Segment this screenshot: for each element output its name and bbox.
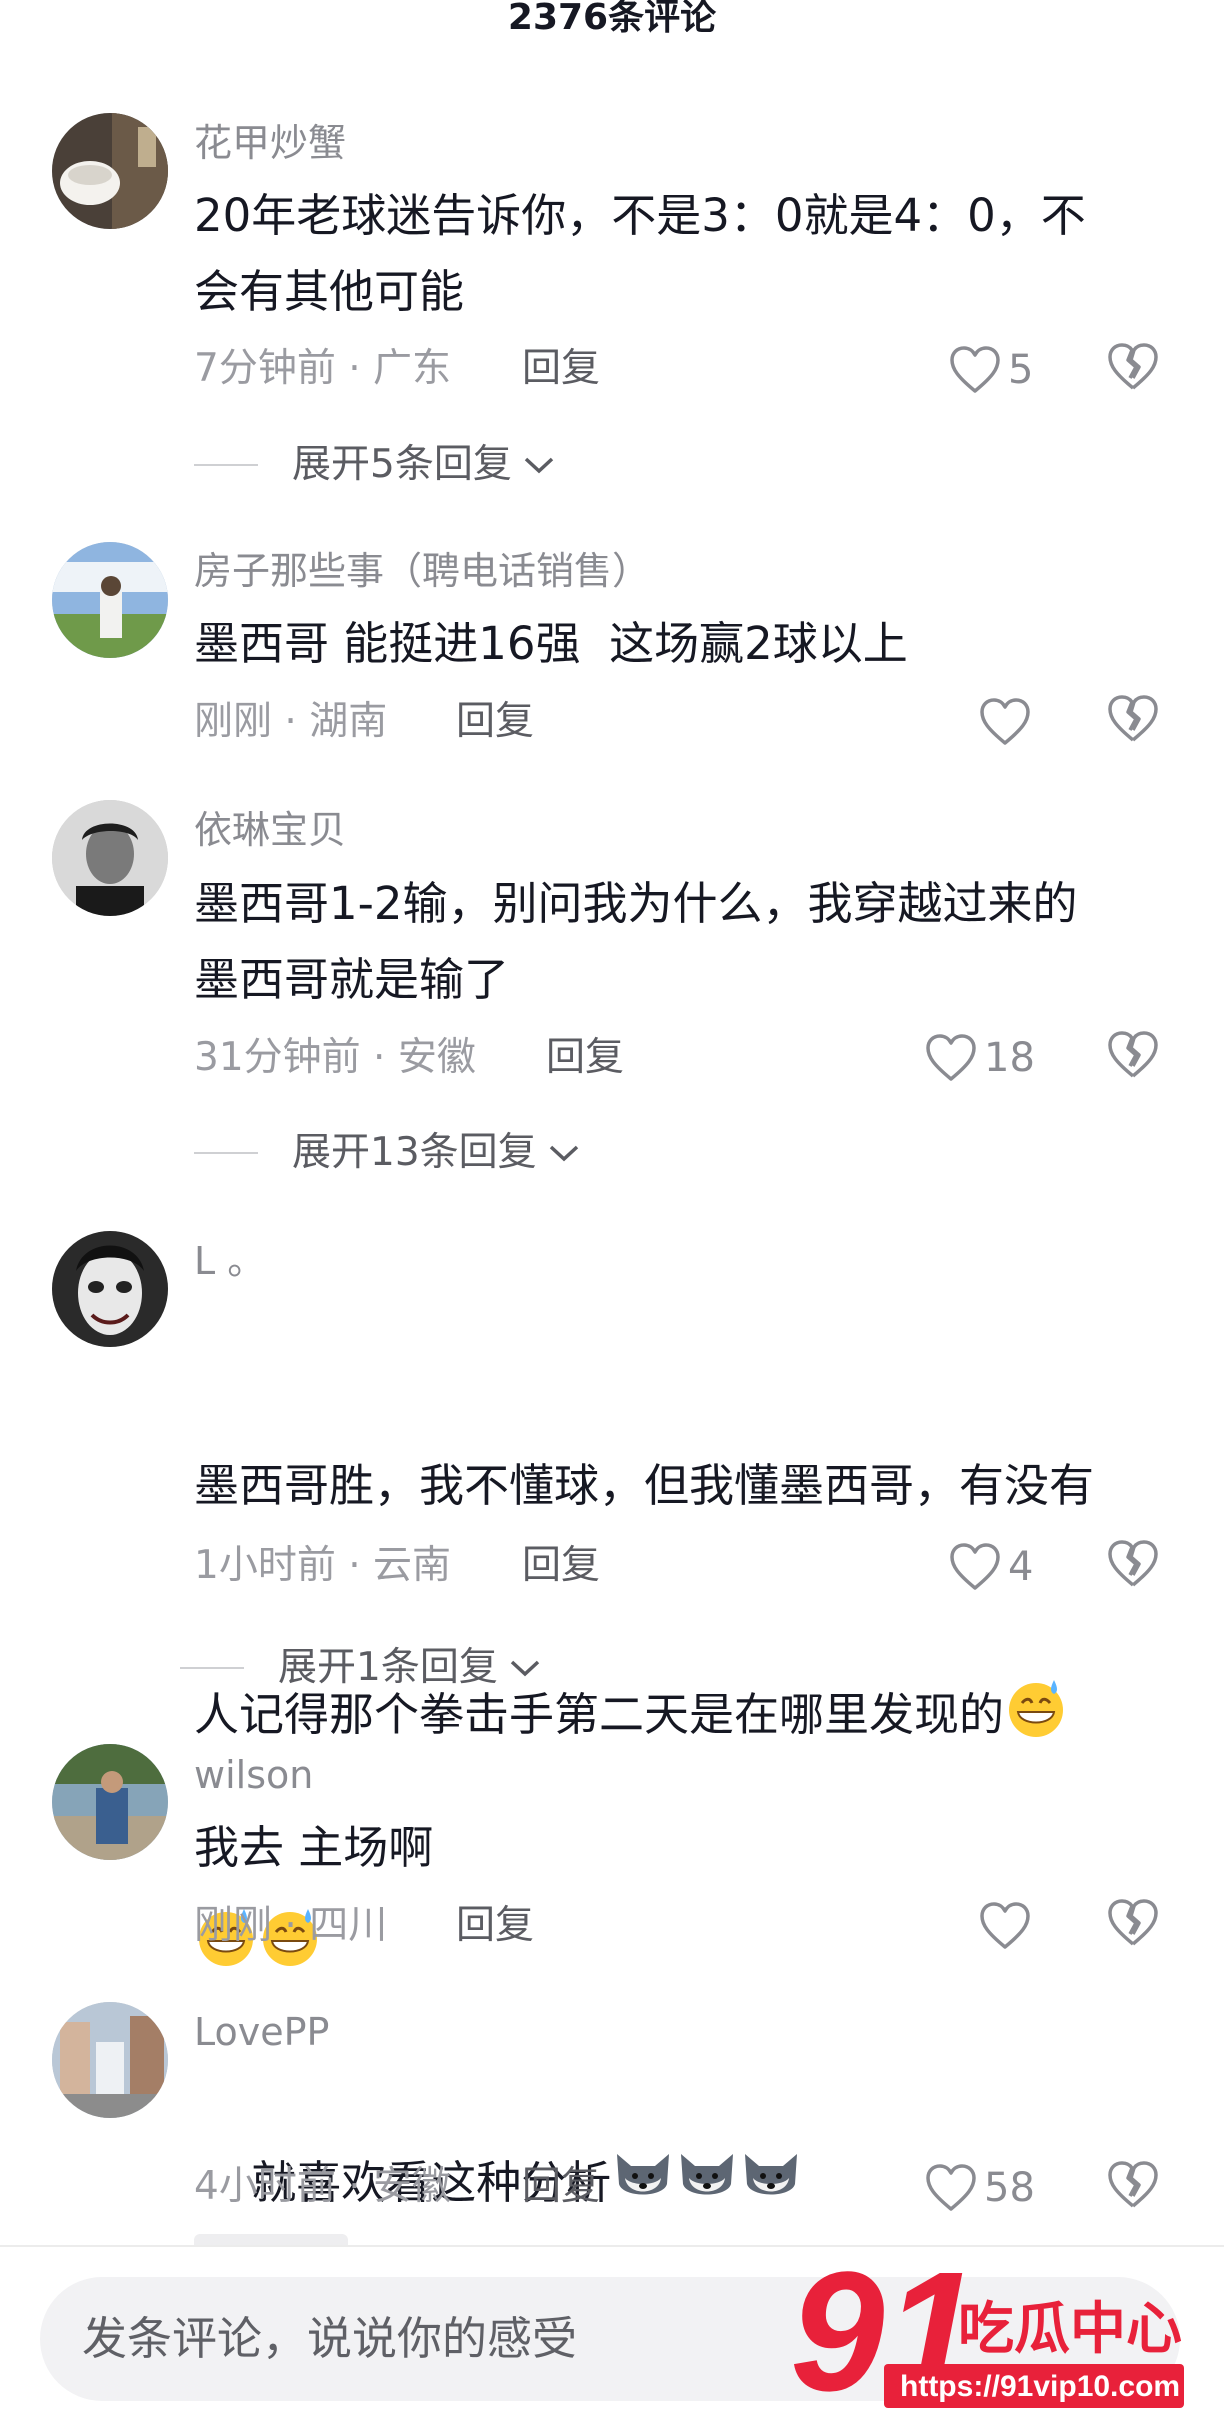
heart-outline-icon bbox=[980, 698, 1030, 745]
broken-heart-icon[interactable] bbox=[1106, 1028, 1160, 1082]
comment-text: 墨西哥 能挺进16强 这场赢2球以上 bbox=[194, 617, 908, 670]
like-button[interactable]: 58 bbox=[924, 2158, 1035, 2218]
heart-outline-icon bbox=[950, 346, 1000, 393]
expand-replies-label: 展开13条回复 bbox=[292, 1130, 537, 1175]
comment-text-segment: 人记得那个拳击手第二天是在哪里发现的 bbox=[194, 1688, 1005, 1741]
expand-replies-label: 展开1条回复 bbox=[278, 1645, 498, 1690]
comment-text: 我去 主场啊 bbox=[194, 1821, 434, 1874]
comment-username[interactable]: 依琳宝贝 bbox=[194, 806, 346, 854]
like-button[interactable] bbox=[978, 692, 1038, 752]
grinning-sweat-emoji bbox=[1009, 1680, 1064, 1737]
avatar[interactable] bbox=[52, 1744, 168, 1860]
avatar[interactable] bbox=[52, 113, 168, 229]
heart-outline-icon bbox=[950, 1543, 1000, 1590]
chevron-down-icon bbox=[549, 1145, 578, 1162]
divider bbox=[194, 464, 258, 466]
avatar-image bbox=[52, 1231, 168, 1347]
comment-meta: 4小时前 · 安徽 bbox=[194, 2164, 452, 2209]
like-button[interactable] bbox=[978, 1896, 1038, 1956]
like-count: 18 bbox=[984, 1035, 1035, 1081]
like-count: 58 bbox=[984, 2165, 1035, 2211]
expand-replies-button[interactable]: 展开5条回复 bbox=[194, 440, 556, 490]
avatar[interactable] bbox=[52, 542, 168, 658]
expand-replies-button[interactable]: 展开13条回复 bbox=[194, 1128, 581, 1178]
like-count: 4 bbox=[1008, 1544, 1034, 1590]
comment-meta: 31分钟前 · 安徽 bbox=[194, 1035, 476, 1080]
like-count: 5 bbox=[1008, 347, 1034, 393]
site-watermark: 91 吃瓜中心 https://91vip10.com bbox=[790, 2240, 1184, 2427]
chevron-down-icon bbox=[524, 457, 554, 474]
broken-heart-icon[interactable] bbox=[1106, 1896, 1160, 1950]
husky-dog-emoji bbox=[745, 2154, 798, 2195]
avatar[interactable] bbox=[52, 1231, 168, 1347]
broken-heart-icon[interactable] bbox=[1106, 340, 1160, 394]
avatar[interactable] bbox=[52, 800, 168, 916]
comment-text: 墨西哥1-2输，别问我为什么，我穿越过来的 墨西哥就是输了 bbox=[194, 877, 1078, 1006]
watermark-logo-text: 吃瓜中心 bbox=[958, 2297, 1182, 2362]
husky-dog-emoji bbox=[617, 2154, 670, 2195]
like-button[interactable]: 5 bbox=[948, 340, 1033, 400]
reply-button[interactable]: 回复 bbox=[522, 1541, 600, 1591]
comment-text-line: 墨西哥胜，我不懂球，但我懂墨西哥，有没有 bbox=[194, 1459, 1095, 1512]
comment-meta: 刚刚 · 湖南 bbox=[194, 699, 388, 744]
broken-heart-icon[interactable] bbox=[1106, 2158, 1160, 2212]
broken-heart-icon[interactable] bbox=[1106, 1537, 1160, 1591]
comment-username[interactable]: 房子那些事（聘电话销售） bbox=[194, 547, 650, 595]
like-button[interactable]: 18 bbox=[924, 1028, 1035, 1088]
broken-heart-icon[interactable] bbox=[1106, 692, 1160, 746]
comment-username[interactable]: LovePP bbox=[194, 2008, 329, 2056]
husky-dog-emoji bbox=[681, 2154, 734, 2195]
reply-button[interactable]: 回复 bbox=[522, 344, 600, 394]
divider bbox=[180, 1667, 244, 1669]
reply-button[interactable]: 回复 bbox=[456, 697, 534, 747]
heart-outline-icon bbox=[926, 1034, 976, 1081]
expand-replies-label: 展开5条回复 bbox=[292, 442, 512, 487]
reply-button[interactable]: 回复 bbox=[522, 2162, 600, 2212]
heart-outline-icon bbox=[980, 1902, 1030, 1949]
avatar-image bbox=[52, 1744, 168, 1860]
comment-username[interactable]: wilson bbox=[194, 1751, 313, 1799]
comment-meta: 7分钟前 · 广东 bbox=[194, 346, 452, 391]
reply-button[interactable]: 回复 bbox=[456, 1901, 534, 1951]
reply-button[interactable]: 回复 bbox=[546, 1033, 624, 1083]
comments-count-title: 2376条评论 bbox=[507, 0, 717, 38]
comment-username[interactable]: 花甲炒蟹 bbox=[194, 119, 346, 167]
comment-meta: 刚刚 · 四川 bbox=[194, 1903, 388, 1948]
comment-text: 墨西哥胜，我不懂球，但我懂墨西哥，有没有 人记得那个拳击手第二天是在哪里发现的 bbox=[194, 1296, 1154, 2134]
watermark-url: https://91vip10.com bbox=[900, 2370, 1180, 2403]
like-button[interactable]: 4 bbox=[948, 1537, 1033, 1597]
avatar-image bbox=[52, 542, 168, 658]
comment-text: 20年老球迷告诉你，不是3：0就是4：0，不 会有其他可能 bbox=[194, 189, 1086, 318]
avatar-image bbox=[52, 800, 168, 916]
avatar[interactable] bbox=[52, 2002, 168, 2118]
heart-outline-icon bbox=[926, 2164, 976, 2211]
avatar-image bbox=[52, 113, 168, 229]
expand-replies-button[interactable]: 展开1条回复 bbox=[180, 1643, 542, 1693]
avatar-image bbox=[52, 2002, 168, 2118]
comment-username[interactable]: L 。 bbox=[194, 1237, 265, 1285]
divider bbox=[194, 1152, 258, 1154]
comment-meta: 1小时前 · 云南 bbox=[194, 1543, 452, 1588]
chevron-down-icon bbox=[510, 1660, 540, 1677]
